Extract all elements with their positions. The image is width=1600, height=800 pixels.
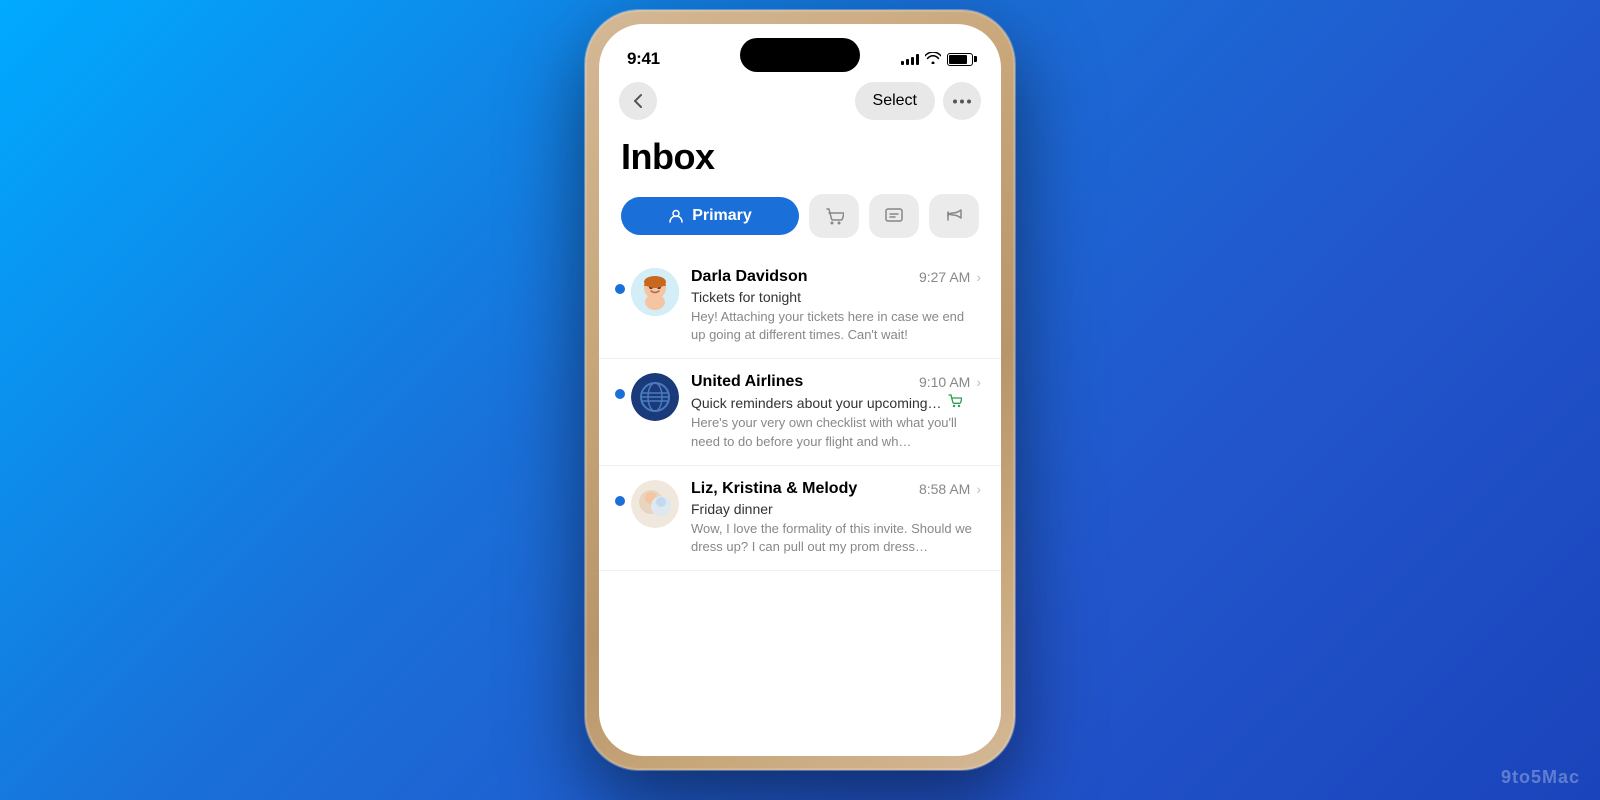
email-content: Darla Davidson 9:27 AM › Tickets for ton… xyxy=(691,268,981,344)
email-preview: Hey! Attaching your tickets here in case… xyxy=(691,308,981,344)
avatar xyxy=(631,373,679,421)
email-time-row: 9:27 AM › xyxy=(919,269,981,285)
email-list: Darla Davidson 9:27 AM › Tickets for ton… xyxy=(599,254,1001,571)
email-item[interactable]: Liz, Kristina & Melody 8:58 AM › Friday … xyxy=(599,466,1001,571)
email-time: 9:10 AM xyxy=(919,374,970,390)
phone-shell: 9:41 xyxy=(585,10,1015,770)
signal-icon xyxy=(901,53,919,65)
email-time-row: 9:10 AM › xyxy=(919,374,981,390)
email-subject: Quick reminders about your upcoming… xyxy=(691,394,981,411)
phone-wrapper: 9:41 xyxy=(585,10,1015,770)
status-icons xyxy=(901,52,973,67)
email-sender: United Airlines xyxy=(691,373,803,391)
tab-primary[interactable]: Primary xyxy=(621,197,799,235)
chevron-right-icon: › xyxy=(976,269,981,285)
chevron-right-icon: › xyxy=(976,374,981,390)
avatar xyxy=(631,268,679,316)
email-preview: Wow, I love the formality of this invite… xyxy=(691,520,981,556)
email-item[interactable]: Darla Davidson 9:27 AM › Tickets for ton… xyxy=(599,254,1001,359)
watermark: 9to5Mac xyxy=(1501,767,1580,788)
back-button[interactable] xyxy=(619,82,657,120)
wifi-icon xyxy=(925,52,941,67)
unread-dot xyxy=(615,389,625,399)
email-item[interactable]: United Airlines 9:10 AM › Quick reminder… xyxy=(599,359,1001,465)
category-tabs: Primary xyxy=(599,194,1001,254)
unread-dot xyxy=(615,284,625,294)
email-content: Liz, Kristina & Melody 8:58 AM › Friday … xyxy=(691,480,981,556)
tab-promotions[interactable] xyxy=(929,194,979,238)
email-header: Darla Davidson 9:27 AM › xyxy=(691,268,981,286)
tab-messages[interactable] xyxy=(869,194,919,238)
email-time: 9:27 AM xyxy=(919,269,970,285)
email-header: United Airlines 9:10 AM › xyxy=(691,373,981,391)
page-title: Inbox xyxy=(599,128,1001,194)
select-button[interactable]: Select xyxy=(855,82,935,120)
email-time-row: 8:58 AM › xyxy=(919,481,981,497)
email-content: United Airlines 9:10 AM › Quick reminder… xyxy=(691,373,981,450)
nav-bar: Select xyxy=(599,78,1001,128)
email-preview: Here's your very own checklist with what… xyxy=(691,414,981,450)
email-header: Liz, Kristina & Melody 8:58 AM › xyxy=(691,480,981,498)
more-button[interactable] xyxy=(943,82,981,120)
dynamic-island xyxy=(740,38,860,72)
nav-right-buttons: Select xyxy=(855,82,981,120)
chevron-right-icon: › xyxy=(976,481,981,497)
email-sender: Liz, Kristina & Melody xyxy=(691,480,857,498)
cart-inline-icon xyxy=(948,394,962,411)
email-sender: Darla Davidson xyxy=(691,268,807,286)
tab-primary-label: Primary xyxy=(692,207,752,225)
avatar xyxy=(631,480,679,528)
unread-dot xyxy=(615,496,625,506)
email-time: 8:58 AM xyxy=(919,481,970,497)
phone-screen: 9:41 xyxy=(599,24,1001,756)
tab-shopping[interactable] xyxy=(809,194,859,238)
battery-icon xyxy=(947,53,973,66)
email-subject: Friday dinner xyxy=(691,501,981,517)
status-time: 9:41 xyxy=(627,49,660,69)
email-subject: Tickets for tonight xyxy=(691,289,981,305)
